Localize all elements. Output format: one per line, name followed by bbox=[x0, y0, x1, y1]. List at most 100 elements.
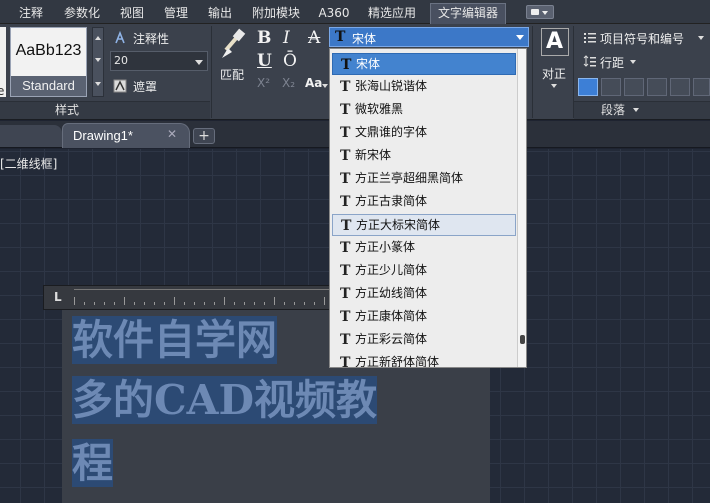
chevron-down-icon[interactable] bbox=[633, 108, 639, 112]
text-style-standard[interactable]: AaBb123 Standard bbox=[10, 27, 87, 97]
chevron-down-icon[interactable] bbox=[630, 60, 636, 64]
font-type-icon: T bbox=[340, 309, 351, 325]
underline-button[interactable]: U bbox=[257, 51, 272, 71]
chevron-down-icon[interactable] bbox=[551, 84, 557, 88]
ruler-tick bbox=[224, 297, 225, 305]
overline-button[interactable]: Ō bbox=[283, 51, 297, 71]
font-type-icon: T bbox=[340, 263, 351, 279]
panel-separator bbox=[211, 26, 212, 118]
font-combo[interactable]: T 宋体 bbox=[329, 27, 529, 47]
subscript-button[interactable]: X₂ bbox=[282, 76, 295, 90]
ribbon-tab-parametric[interactable]: 参数化 bbox=[58, 4, 106, 22]
ruler-tick bbox=[84, 302, 85, 305]
font-option[interactable]: T 方正古隶简体 bbox=[332, 191, 516, 213]
ruler-tick bbox=[284, 302, 285, 305]
font-type-icon: T bbox=[340, 240, 351, 256]
font-option-label: 方正小篆体 bbox=[355, 240, 416, 254]
match-format-button[interactable]: 匹配 bbox=[220, 66, 244, 83]
ribbon-tab-text-editor[interactable]: 文字编辑器 bbox=[430, 3, 506, 24]
bullets-numbering-button[interactable]: 项目符号和编号 bbox=[600, 30, 684, 47]
panel-icon bbox=[531, 9, 539, 15]
tab-start[interactable] bbox=[0, 125, 62, 147]
style-gallery-scroller[interactable] bbox=[92, 27, 104, 97]
panel-separator bbox=[532, 26, 533, 118]
italic-button[interactable]: I bbox=[283, 28, 290, 48]
ribbon-tab-featured-apps[interactable]: 精选应用 bbox=[362, 4, 422, 22]
font-option-label: 方正兰亭超细黑简体 bbox=[355, 171, 464, 185]
new-tab-button[interactable]: + bbox=[193, 128, 215, 144]
align-left-button[interactable] bbox=[578, 78, 598, 96]
font-type-icon: T bbox=[341, 218, 352, 234]
font-option[interactable]: T 方正彩云简体 bbox=[332, 329, 516, 351]
font-option[interactable]: T 方正康体简体 bbox=[332, 306, 516, 328]
ruler-tick bbox=[214, 302, 215, 305]
ribbon-tab-bar: 注释 参数化 视图 管理 输出 附加模块 A360 精选应用 文字编辑器 bbox=[0, 0, 710, 24]
tab-type-icon[interactable]: L bbox=[54, 290, 62, 304]
ruler-tick bbox=[74, 297, 75, 305]
font-type-icon: T bbox=[340, 286, 351, 302]
font-type-icon: T bbox=[340, 332, 351, 348]
font-option[interactable]: T 微软雅黑 bbox=[332, 99, 516, 121]
tab-drawing1[interactable]: Drawing1* ✕ bbox=[62, 123, 190, 148]
style-gallery-prev-item[interactable]: e bbox=[0, 27, 6, 98]
ribbon-tab-output[interactable]: 输出 bbox=[202, 4, 238, 22]
chevron-down-icon[interactable] bbox=[516, 35, 524, 40]
bold-button[interactable]: B bbox=[257, 28, 271, 48]
superscript-button[interactable]: X² bbox=[257, 76, 270, 90]
mtext-line-1[interactable]: 软件自学网 bbox=[72, 314, 277, 367]
chevron-up-icon[interactable] bbox=[95, 36, 101, 40]
chevron-down-icon[interactable] bbox=[95, 58, 101, 62]
chevron-down-icon[interactable] bbox=[322, 84, 328, 88]
ruler-tick bbox=[174, 297, 175, 305]
font-option-label: 方正康体简体 bbox=[355, 309, 428, 323]
text-height-combo[interactable]: 20 bbox=[110, 51, 208, 71]
font-type-icon: T bbox=[335, 29, 346, 45]
font-option[interactable]: T 文鼎谁的字体 bbox=[332, 122, 516, 144]
ribbon-tab-a360[interactable]: A360 bbox=[314, 4, 354, 22]
style-name-label: Standard bbox=[11, 76, 86, 96]
font-option[interactable]: T 张海山锐谐体 bbox=[332, 76, 516, 98]
chevron-down-icon[interactable] bbox=[698, 36, 704, 40]
chevron-down-icon[interactable] bbox=[195, 60, 203, 65]
justification-icon[interactable]: A bbox=[541, 28, 569, 56]
font-type-icon: T bbox=[340, 171, 351, 187]
font-option[interactable]: T 宋体 bbox=[332, 53, 516, 75]
ruler-tick bbox=[164, 302, 165, 305]
dropdown-scrollbar[interactable] bbox=[517, 49, 526, 367]
annotative-toggle[interactable]: 注释性 bbox=[133, 30, 169, 47]
font-option[interactable]: T 方正新舒体简体 bbox=[332, 352, 516, 367]
align-center-button[interactable] bbox=[601, 78, 621, 96]
font-option[interactable]: T 方正幼线简体 bbox=[332, 283, 516, 305]
align-right-button[interactable] bbox=[624, 78, 644, 96]
line-spacing-button[interactable]: 行距 bbox=[600, 54, 624, 71]
ribbon-tab-annotate[interactable]: 注释 bbox=[13, 4, 49, 22]
align-more-button[interactable] bbox=[693, 78, 710, 96]
mtext-line-2[interactable]: 多的CAD视频教 bbox=[72, 374, 377, 427]
close-icon[interactable]: ✕ bbox=[167, 127, 177, 141]
font-option[interactable]: T 方正少儿简体 bbox=[332, 260, 516, 282]
ribbon-tab-view[interactable]: 视图 bbox=[114, 4, 150, 22]
font-type-icon: T bbox=[340, 148, 351, 164]
strikethrough-button[interactable]: A bbox=[308, 28, 320, 48]
visual-style-label[interactable]: [二维线框] bbox=[0, 155, 57, 172]
ribbon-minimize-button[interactable] bbox=[526, 5, 554, 19]
ruler-tick bbox=[264, 302, 265, 305]
mtext-line-3[interactable]: 程 bbox=[72, 437, 113, 490]
font-type-icon: T bbox=[340, 194, 351, 210]
ribbon-tab-addins[interactable]: 附加模块 bbox=[246, 4, 306, 22]
font-option[interactable]: T 方正兰亭超细黑简体 bbox=[332, 168, 516, 190]
background-mask-button[interactable]: 遮罩 bbox=[133, 78, 157, 95]
mtext-ruler[interactable]: L bbox=[43, 285, 333, 310]
scrollbar-thumb[interactable] bbox=[520, 335, 525, 344]
paragraph-panel-title[interactable]: 段落 bbox=[601, 102, 625, 118]
distribute-button[interactable] bbox=[670, 78, 690, 96]
font-dropdown-list[interactable]: T 宋体 T 张海山锐谐体 T 微软雅黑 T 文鼎谁的字体 T 新宋体 T 方正兰亭超细黑简体 T 方正古… bbox=[329, 48, 527, 368]
justification-button[interactable]: 对正 bbox=[542, 65, 566, 82]
gallery-expand-icon[interactable] bbox=[95, 82, 101, 86]
font-option[interactable]: T 方正小篆体 bbox=[332, 237, 516, 259]
change-case-button[interactable]: Aa bbox=[305, 76, 322, 90]
font-option[interactable]: T 方正大标宋简体 bbox=[332, 214, 516, 236]
ribbon-tab-manage[interactable]: 管理 bbox=[158, 4, 194, 22]
font-option[interactable]: T 新宋体 bbox=[332, 145, 516, 167]
justify-button[interactable] bbox=[647, 78, 667, 96]
